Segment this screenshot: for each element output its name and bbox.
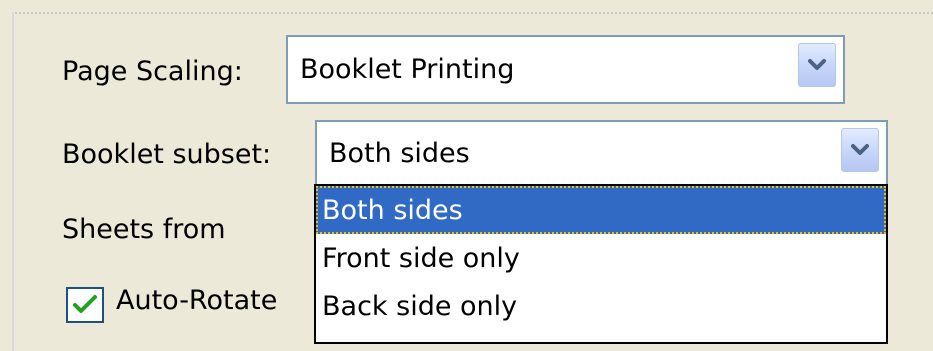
checkmark-icon xyxy=(73,295,97,313)
panel-left-divider xyxy=(12,12,14,351)
sheets-from-label: Sheets from xyxy=(62,214,226,245)
booklet-subset-label: Booklet subset: xyxy=(62,139,272,170)
option-back-side-only[interactable]: Back side only xyxy=(316,282,886,330)
booklet-subset-value: Both sides xyxy=(329,137,470,169)
option-front-side-only[interactable]: Front side only xyxy=(316,234,886,282)
page-scaling-select[interactable]: Booklet Printing xyxy=(286,35,845,104)
print-options-panel: Page Scaling: Booklet Printing Booklet s… xyxy=(0,0,933,351)
page-scaling-label: Page Scaling: xyxy=(62,56,243,87)
page-scaling-dropdown-button[interactable] xyxy=(798,43,836,87)
booklet-subset-select[interactable]: Both sides xyxy=(315,120,888,186)
booklet-subset-dropdown-button[interactable] xyxy=(841,128,879,172)
panel-top-divider xyxy=(12,12,933,15)
auto-rotate-checkbox[interactable] xyxy=(66,287,104,323)
page-scaling-value: Booklet Printing xyxy=(300,54,515,85)
booklet-subset-options: Both sides Front side only Back side onl… xyxy=(314,184,888,344)
option-both-sides[interactable]: Both sides xyxy=(316,186,886,234)
chevron-down-icon xyxy=(851,144,869,155)
chevron-down-icon xyxy=(808,59,826,70)
auto-rotate-label: Auto-Rotate xyxy=(116,285,278,316)
